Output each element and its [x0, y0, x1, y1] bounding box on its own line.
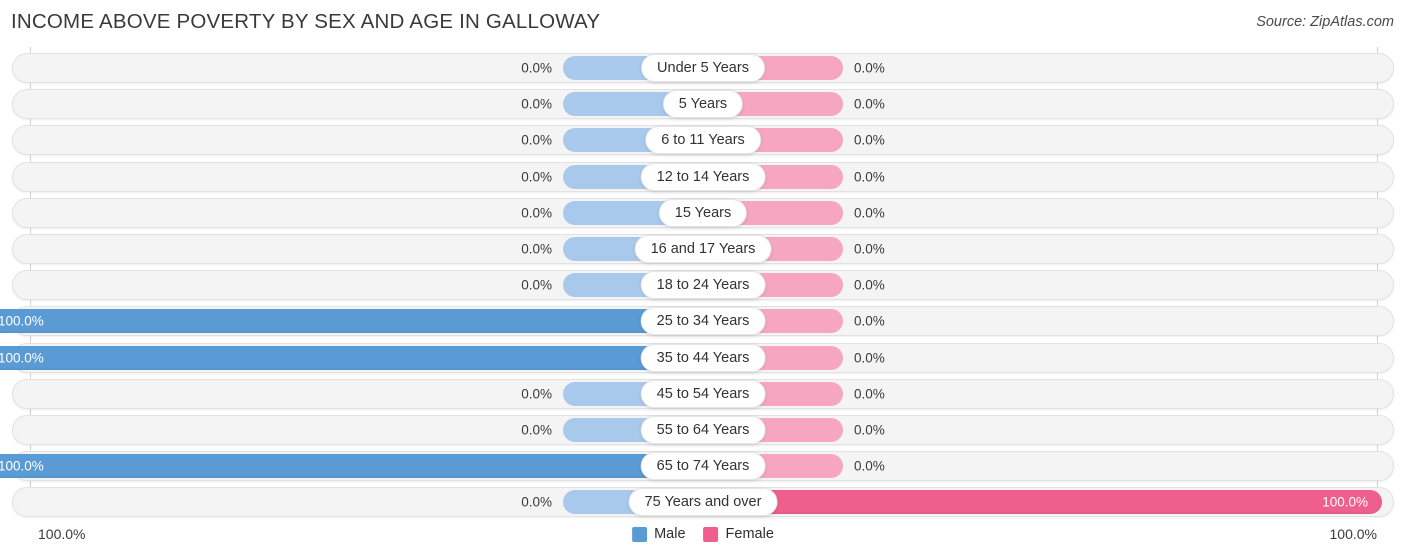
male-value-label: 0.0% [521, 96, 552, 112]
table-row[interactable]: 100.0% 0.0% 35 to 44 Years [0, 342, 1394, 373]
male-color-swatch [632, 526, 648, 542]
source-attribution: Source: ZipAtlas.com [1256, 14, 1394, 30]
male-value-label: 0.0% [521, 277, 552, 293]
male-value-label: 0.0% [521, 494, 552, 510]
category-label-pill[interactable]: 12 to 14 Years [640, 162, 766, 191]
male-value-label: 0.0% [521, 60, 552, 76]
female-value-label: 0.0% [854, 386, 885, 402]
table-row[interactable]: 0.0% 0.0% Under 5 Years [12, 53, 1394, 83]
female-value-label: 0.0% [854, 350, 885, 366]
female-value-label: 0.0% [854, 169, 885, 185]
chart-header: INCOME ABOVE POVERTY BY SEX AND AGE IN G… [0, 0, 1406, 45]
male-value-label: 0.0% [521, 205, 552, 221]
chart-footer: 100.0% Male Female 100.0% [0, 517, 1406, 559]
male-bar[interactable]: 100.0% [0, 454, 703, 479]
male-value-label: 0.0% [521, 132, 552, 148]
male-value-label: 100.0% [0, 458, 44, 474]
legend-label-male: Male [654, 526, 686, 542]
table-row[interactable]: 0.0% 0.0% 45 to 54 Years [12, 378, 1394, 409]
female-value-label: 0.0% [854, 60, 885, 76]
category-label-pill[interactable]: 18 to 24 Years [640, 271, 766, 300]
chart-plot-area: 0.0% 0.0% Under 5 Years 0.0% 0.0% 5 Years 0.0%… [0, 45, 1406, 518]
female-value-label: 0.0% [854, 205, 885, 221]
category-label-pill[interactable]: 5 Years [662, 90, 744, 119]
female-value-label: 0.0% [854, 277, 885, 293]
female-value-label: 0.0% [854, 132, 885, 148]
female-value-label: 100.0% [1322, 494, 1368, 510]
chart-legend: Male Female [632, 526, 774, 542]
axis-max-left: 100.0% [38, 526, 86, 542]
category-label-pill[interactable]: 25 to 34 Years [640, 307, 766, 336]
table-row[interactable]: 0.0% 0.0% 15 Years [12, 197, 1394, 228]
male-bar[interactable]: 100.0% [0, 309, 703, 334]
legend-item-male[interactable]: Male [632, 526, 686, 542]
female-color-swatch [703, 526, 719, 542]
table-row[interactable]: 0.0% 0.0% 16 and 17 Years [12, 234, 1394, 264]
category-label-pill[interactable]: 45 to 54 Years [640, 379, 766, 408]
table-row[interactable]: 0.0% 0.0% 12 to 14 Years [12, 161, 1394, 192]
male-value-label: 0.0% [521, 386, 552, 402]
table-row[interactable]: 100.0% 0.0% 75 Years and over [12, 487, 1394, 518]
female-bar[interactable]: 100.0% [703, 490, 1382, 515]
male-value-label: 100.0% [0, 313, 44, 329]
male-value-label: 0.0% [521, 169, 552, 185]
table-row[interactable]: 0.0% 0.0% 55 to 64 Years [12, 415, 1394, 445]
legend-item-female[interactable]: Female [703, 526, 774, 542]
category-label-pill[interactable]: Under 5 Years [641, 54, 765, 82]
category-label-pill[interactable]: 55 to 64 Years [640, 416, 766, 444]
male-value-label: 0.0% [521, 422, 552, 438]
page-title: INCOME ABOVE POVERTY BY SEX AND AGE IN G… [11, 10, 601, 33]
table-row[interactable]: 0.0% 0.0% 5 Years [12, 89, 1394, 120]
category-label-pill[interactable]: 35 to 44 Years [640, 343, 766, 372]
axis-max-right: 100.0% [1329, 526, 1377, 542]
table-row[interactable]: 100.0% 0.0% 65 to 74 Years [0, 451, 1394, 482]
female-value-label: 0.0% [854, 241, 885, 257]
female-value-label: 0.0% [854, 313, 885, 329]
male-bar[interactable]: 100.0% [0, 345, 703, 370]
female-value-label: 0.0% [854, 458, 885, 474]
category-label-pill[interactable]: 6 to 11 Years [645, 126, 761, 155]
table-row[interactable]: 0.0% 0.0% 6 to 11 Years [12, 125, 1394, 156]
male-value-label: 0.0% [521, 241, 552, 257]
category-label-pill[interactable]: 15 Years [658, 198, 748, 227]
table-row[interactable]: 100.0% 0.0% 25 to 34 Years [0, 306, 1394, 337]
male-value-label: 100.0% [0, 350, 44, 366]
chart-page: INCOME ABOVE POVERTY BY SEX AND AGE IN G… [0, 0, 1406, 559]
female-value-label: 0.0% [854, 422, 885, 438]
category-label-pill[interactable]: 75 Years and over [628, 488, 778, 517]
legend-label-female: Female [725, 526, 774, 542]
category-label-pill[interactable]: 65 to 74 Years [640, 452, 766, 481]
category-label-pill[interactable]: 16 and 17 Years [634, 235, 772, 263]
table-row[interactable]: 0.0% 0.0% 18 to 24 Years [12, 270, 1394, 301]
female-value-label: 0.0% [854, 96, 885, 112]
